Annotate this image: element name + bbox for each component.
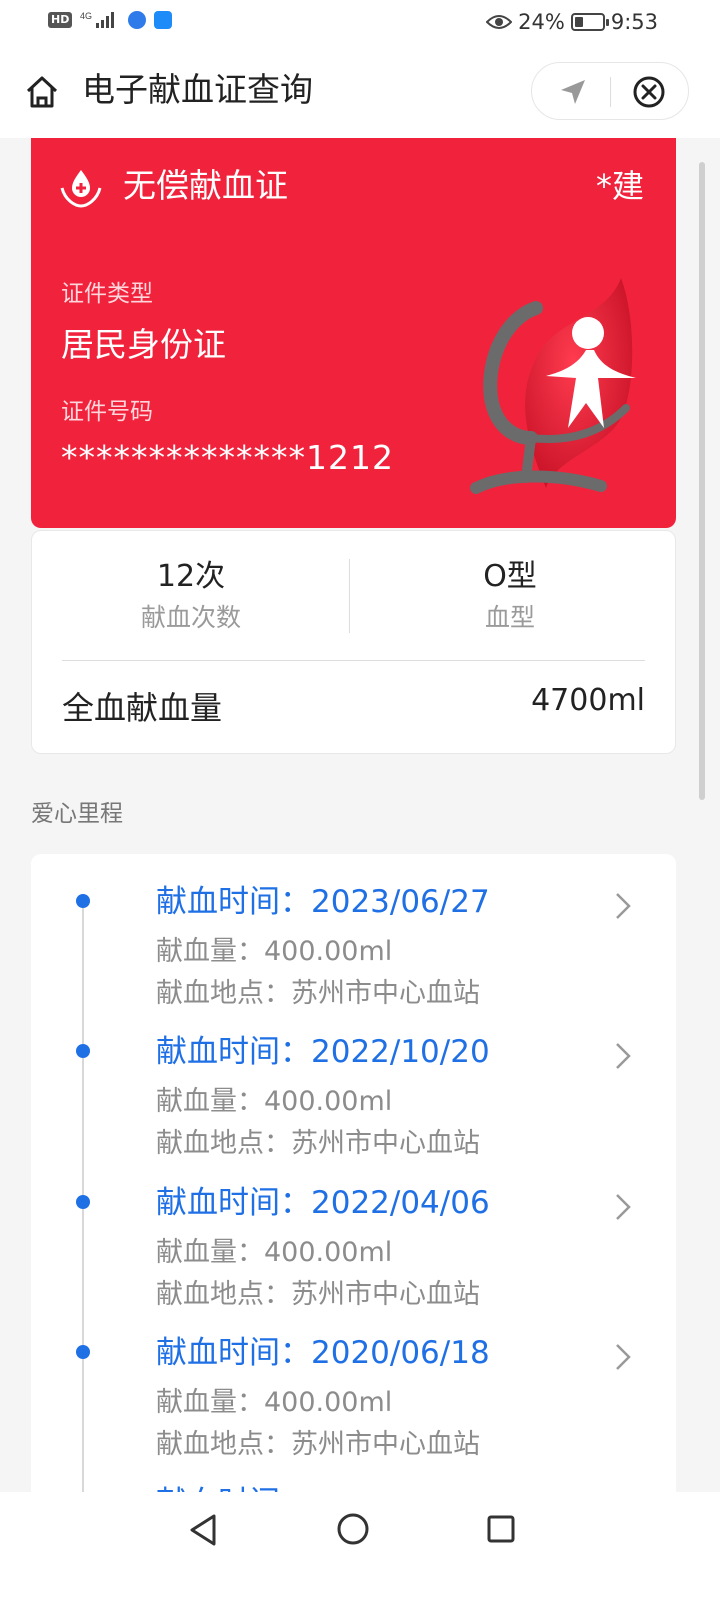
blood-donation-emblem [470,278,636,494]
capsule-divider [610,77,611,107]
donation-date: 献血时间：2020/06/18 [156,1335,490,1371]
donation-location: 献血地点：苏州市中心血站 [156,1128,480,1159]
eye-icon [486,15,513,29]
donation-date: 献血时间：2022/10/20 [156,1034,490,1070]
stats-divider-horizontal [62,660,645,661]
donation-timeline: 献血时间：2023/06/27 献血量：400.00ml 献血地点：苏州市中心血… [31,854,676,1534]
donation-count-stat: 12次 献血次数 [32,555,350,637]
id-number-value: **************1212 [61,438,394,477]
scrollbar[interactable] [699,162,705,800]
back-triangle-icon[interactable] [186,1512,220,1548]
donation-amount: 献血量：400.00ml [156,1387,393,1418]
timeline-dot [76,894,90,908]
status-bar: HD 4G 24% 9:53 [0,0,720,46]
blood-donation-card: 无偿献血证 *建 证件类型 居民身份证 证件号码 **************1… [31,138,676,528]
donation-amount: 献血量：400.00ml [156,1086,393,1117]
system-navigation-bar [0,1492,720,1600]
id-number-label: 证件号码 [61,399,153,425]
signal-icon: 4G [80,11,115,28]
chat-app-icon [154,11,173,29]
timeline-dot [76,1195,90,1209]
timeline-item[interactable]: 献血时间：2023/06/27 献血量：400.00ml 献血地点：苏州市中心血… [31,860,676,1010]
home-icon[interactable] [24,74,60,110]
timeline-dot [76,1044,90,1058]
timeline-dot [76,1345,90,1359]
stats-divider-vertical [349,559,350,633]
recent-apps-icon[interactable] [486,1514,516,1544]
status-bar-left: HD 4G [48,10,173,30]
page-header: 电子献血证查询 [0,46,720,138]
mini-program-capsule [531,62,689,120]
donation-count-label: 献血次数 [140,603,241,632]
id-type-label: 证件类型 [61,281,153,307]
timeline-item[interactable]: 献血时间：2020/06/18 献血量：400.00ml 献血地点：苏州市中心血… [31,1311,676,1461]
navigation-arrow-icon[interactable] [558,77,588,107]
clock: 9:53 [610,10,658,34]
id-type-value: 居民身份证 [61,325,226,364]
chevron-right-icon[interactable] [611,1040,635,1072]
donation-location: 献血地点：苏州市中心血站 [156,1279,480,1310]
card-title: 无偿献血证 [123,166,288,205]
browser-app-icon [128,11,147,29]
total-volume-value: 4700ml [531,683,645,718]
blood-type-stat: O型 血型 [352,555,668,637]
donation-location: 献血地点：苏州市中心血站 [156,978,480,1009]
blood-drop-hands-icon [60,170,102,208]
donation-stats-card: 12次 献血次数 O型 血型 全血献血量 4700ml [31,530,676,754]
status-bar-right: 24% 9:53 [486,10,658,34]
battery-percent: 24% [518,10,565,34]
donation-date: 献血时间：2022/04/06 [156,1185,490,1221]
timeline-item[interactable]: 献血时间：2022/10/20 献血量：400.00ml 献血地点：苏州市中心血… [31,1010,676,1160]
total-volume-label: 全血献血量 [62,689,223,727]
home-circle-icon[interactable] [336,1512,370,1546]
timeline-item[interactable]: 献血时间：2022/04/06 献血量：400.00ml 献血地点：苏州市中心血… [31,1161,676,1311]
close-circle-icon[interactable] [632,75,666,109]
donation-location: 献血地点：苏州市中心血站 [156,1429,480,1460]
battery-icon [570,13,609,31]
donation-amount: 献血量：400.00ml [156,936,393,967]
blood-type-label: 血型 [484,603,535,632]
donation-amount: 献血量：400.00ml [156,1237,393,1268]
donation-date: 献血时间：2023/06/27 [156,884,490,920]
page-title: 电子献血证查询 [82,70,313,109]
blood-type-value: O型 [483,559,537,594]
donation-count-value: 12次 [156,559,226,594]
svg-text:4G: 4G [80,11,92,21]
donor-name: *建 [595,167,644,205]
chevron-right-icon[interactable] [611,890,635,922]
chevron-right-icon[interactable] [611,1191,635,1223]
section-title: 爱心里程 [31,801,123,827]
chevron-right-icon[interactable] [611,1341,635,1373]
hd-indicator: HD [48,12,73,28]
